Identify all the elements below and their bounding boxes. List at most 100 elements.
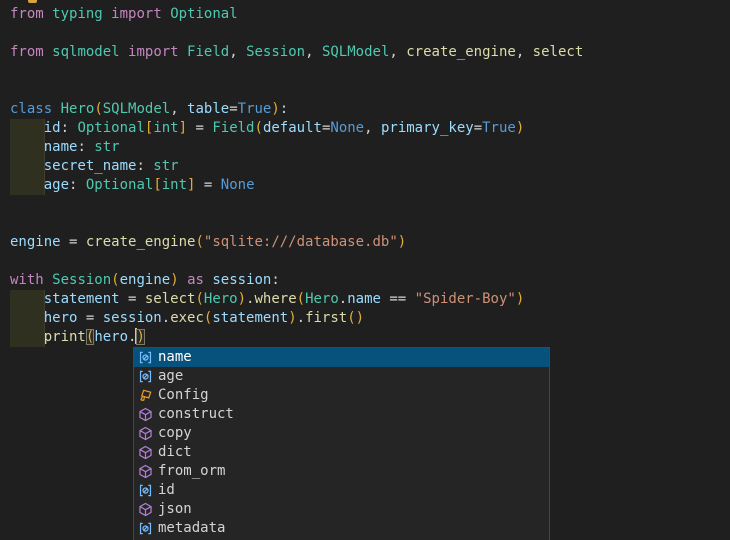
code-token: ( bbox=[195, 234, 203, 250]
code-token: sqlmodel bbox=[52, 44, 119, 60]
suggest-item-label: age bbox=[158, 367, 183, 386]
code-token: as bbox=[187, 272, 204, 288]
code-line: name: str bbox=[10, 138, 583, 157]
code-token: ) bbox=[356, 310, 364, 326]
code-token bbox=[179, 44, 187, 60]
code-token: Field bbox=[212, 120, 254, 136]
code-token: typing bbox=[52, 6, 103, 22]
code-line: secret_name: str bbox=[10, 157, 583, 176]
code-line: class Hero(SQLModel, table=True): bbox=[10, 100, 583, 119]
code-token: statement bbox=[44, 291, 120, 307]
code-token: : bbox=[136, 158, 153, 174]
code-token: primary_key bbox=[381, 120, 474, 136]
code-token: ] bbox=[179, 120, 187, 136]
symbol-method-icon bbox=[137, 502, 154, 518]
suggest-item-label: copy bbox=[158, 424, 192, 443]
suggest-item-copy[interactable]: copy bbox=[134, 424, 549, 443]
code-token: Session bbox=[246, 44, 305, 60]
code-token bbox=[10, 177, 44, 193]
clipped-lightbulb-fragment bbox=[28, 0, 37, 3]
code-line: print(hero.) bbox=[10, 328, 583, 347]
code-token: ) bbox=[516, 291, 524, 307]
code-token bbox=[103, 6, 111, 22]
symbol-class-icon bbox=[137, 388, 154, 404]
code-token: Session bbox=[52, 272, 111, 288]
code-line: id: Optional[int] = Field(default=None, … bbox=[10, 119, 583, 138]
code-line bbox=[10, 81, 583, 100]
code-token: int bbox=[153, 120, 178, 136]
code-token: . bbox=[297, 310, 305, 326]
code-token: from bbox=[10, 6, 44, 22]
matched-bracket: ) bbox=[136, 329, 144, 345]
code-token: True bbox=[238, 101, 272, 117]
code-editor[interactable]: from typing import Optional from sqlmodel… bbox=[0, 0, 730, 540]
code-token: default bbox=[263, 120, 322, 136]
code-token: with bbox=[10, 272, 44, 288]
suggest-item-json[interactable]: json bbox=[134, 500, 549, 519]
code-token: from bbox=[10, 44, 44, 60]
code-token: SQLModel bbox=[103, 101, 170, 117]
code-token: = bbox=[229, 101, 237, 117]
symbol-field-icon bbox=[137, 483, 154, 499]
code-token: Hero bbox=[305, 291, 339, 307]
code-line: engine = create_engine("sqlite:///databa… bbox=[10, 233, 583, 252]
code-token: : bbox=[77, 139, 94, 155]
code-token: import bbox=[111, 6, 162, 22]
suggest-item-label: json bbox=[158, 500, 192, 519]
code-token bbox=[179, 272, 187, 288]
code-token: create_engine bbox=[406, 44, 516, 60]
suggest-item-id[interactable]: id bbox=[134, 481, 549, 500]
code-token bbox=[10, 120, 44, 136]
code-token: , bbox=[229, 44, 246, 60]
symbol-method-icon bbox=[137, 464, 154, 480]
suggest-item-construct[interactable]: construct bbox=[134, 405, 549, 424]
code-token: True bbox=[482, 120, 516, 136]
code-token: ( bbox=[94, 101, 102, 117]
symbol-field-icon bbox=[137, 369, 154, 385]
code-token: str bbox=[153, 158, 178, 174]
code-token: ) bbox=[398, 234, 406, 250]
code-token: where bbox=[254, 291, 296, 307]
code-token: import bbox=[128, 44, 179, 60]
suggest-item-metadata[interactable]: metadata bbox=[134, 519, 549, 538]
code-token: , bbox=[364, 120, 381, 136]
code-area[interactable]: from typing import Optional from sqlmodel… bbox=[10, 5, 583, 347]
suggest-item-name[interactable]: name bbox=[134, 348, 549, 367]
code-token: None bbox=[330, 120, 364, 136]
code-token: = bbox=[61, 234, 86, 250]
code-token: : bbox=[61, 120, 78, 136]
code-token: Optional bbox=[170, 6, 237, 22]
symbol-field-icon bbox=[137, 521, 154, 537]
suggest-item-Config[interactable]: Config bbox=[134, 386, 549, 405]
code-token: name bbox=[347, 291, 381, 307]
suggest-item-label: id bbox=[158, 481, 175, 500]
code-token: select bbox=[533, 44, 584, 60]
code-token: age bbox=[44, 177, 69, 193]
suggest-item-dict[interactable]: dict bbox=[134, 443, 549, 462]
suggest-item-label: Config bbox=[158, 386, 209, 405]
code-token: table bbox=[187, 101, 229, 117]
code-token: : bbox=[271, 272, 279, 288]
code-token: = bbox=[195, 177, 220, 193]
code-token: ) bbox=[516, 120, 524, 136]
suggest-item-from_orm[interactable]: from_orm bbox=[134, 462, 549, 481]
code-token: ) bbox=[271, 101, 279, 117]
code-token: print bbox=[44, 329, 86, 345]
code-token: Optional bbox=[86, 177, 153, 193]
code-token: , bbox=[305, 44, 322, 60]
code-line: age: Optional[int] = None bbox=[10, 176, 583, 195]
code-line: from sqlmodel import Field, Session, SQL… bbox=[10, 43, 583, 62]
code-token bbox=[162, 6, 170, 22]
code-token: ( bbox=[255, 120, 263, 136]
code-token: ( bbox=[347, 310, 355, 326]
suggest-item-age[interactable]: age bbox=[134, 367, 549, 386]
suggest-widget[interactable]: nameageConfigconstructcopydictfrom_ormid… bbox=[133, 347, 550, 540]
code-token bbox=[10, 139, 44, 155]
code-token: first bbox=[305, 310, 347, 326]
code-line bbox=[10, 62, 583, 81]
code-token: . bbox=[339, 291, 347, 307]
code-token: = bbox=[77, 310, 102, 326]
code-token: ) bbox=[170, 272, 178, 288]
code-token: . bbox=[162, 310, 170, 326]
code-token bbox=[10, 291, 44, 307]
